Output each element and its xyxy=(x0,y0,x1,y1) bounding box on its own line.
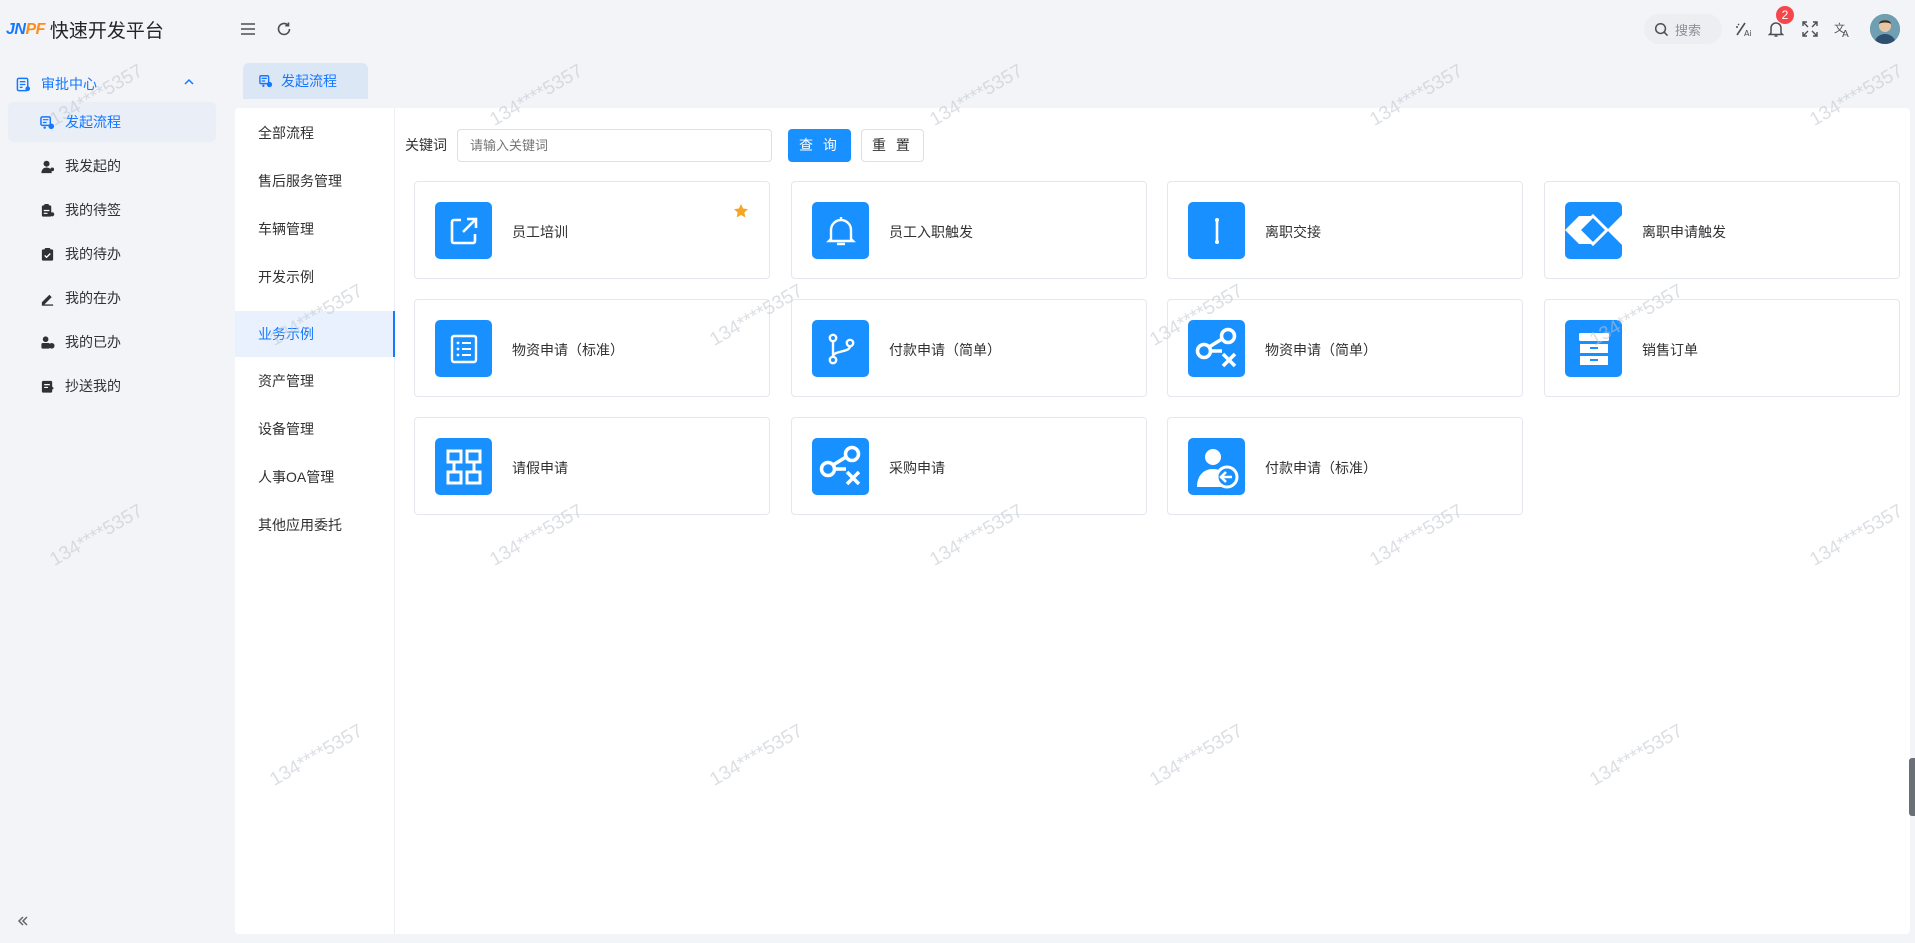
menu-toggle-icon[interactable] xyxy=(237,18,259,40)
category-item-business-examples[interactable]: 业务示例 xyxy=(235,311,395,357)
grid-icon xyxy=(435,438,492,495)
tab-start-flow[interactable]: 发起流程 xyxy=(243,63,368,99)
flow-card-name: 物资申请（标准） xyxy=(512,342,624,358)
sidebar-item-label: 我的在办 xyxy=(65,290,121,306)
node-x-icon xyxy=(1188,320,1245,377)
cc-icon xyxy=(41,380,54,393)
node-x-icon xyxy=(812,438,869,495)
flow-card-name: 员工入职触发 xyxy=(889,224,973,240)
sidebar-group-label: 审批中心 xyxy=(41,76,97,92)
flow-card-resignation-handover[interactable]: 离职交接 xyxy=(1167,181,1523,279)
sidebar-group-approval[interactable]: 审批中心 xyxy=(0,66,225,102)
app-title: 快速开发平台 xyxy=(49,21,164,42)
sidebar-item-label: 我的待办 xyxy=(65,246,121,262)
todo-icon xyxy=(41,247,54,261)
category-list: 全部流程 售后服务管理 车辆管理 开发示例 业务示例 资产管理 设备管理 人事O… xyxy=(235,108,395,934)
list-icon xyxy=(435,320,492,377)
user-avatar[interactable] xyxy=(1870,14,1900,44)
keyword-label: 关键词 xyxy=(405,137,447,153)
category-item-dev-examples[interactable]: 开发示例 xyxy=(235,254,395,300)
flow-card-material-simple[interactable]: 物资申请（简单） xyxy=(1167,299,1523,397)
flow-card-name: 付款申请（标准） xyxy=(1265,460,1377,476)
approval-center-icon xyxy=(16,77,31,91)
search-icon xyxy=(1654,22,1669,36)
category-item-equipment[interactable]: 设备管理 xyxy=(235,406,395,452)
flow-card-name: 离职申请触发 xyxy=(1642,224,1726,240)
flow-card-name: 付款申请（简单） xyxy=(889,342,1001,358)
category-item-asset[interactable]: 资产管理 xyxy=(235,358,395,404)
external-link-icon xyxy=(435,202,492,259)
user-back-icon xyxy=(1188,438,1245,495)
cabinet-icon xyxy=(1565,320,1622,377)
edit-icon xyxy=(41,294,54,306)
flow-card-payment-standard[interactable]: 付款申请（标准） xyxy=(1167,417,1523,515)
refresh-icon[interactable] xyxy=(273,18,295,40)
sidebar-item-label: 我发起的 xyxy=(65,158,121,174)
query-button[interactable]: 查 询 xyxy=(788,128,851,162)
sidebar-item-my-initiated[interactable]: 我发起的 xyxy=(8,146,216,186)
flow-card-onboarding-trigger[interactable]: 员工入职触发 xyxy=(791,181,1147,279)
logo-mark: JNPF xyxy=(6,20,45,38)
flow-card-name: 请假申请 xyxy=(512,460,568,476)
ai-assistant-icon[interactable]: Ai xyxy=(1732,18,1754,40)
sidebar-item-todo[interactable]: 我的待办 xyxy=(8,234,216,274)
sidebar-item-start-flow[interactable]: 发起流程 xyxy=(8,102,216,142)
top-header: JNPF 快速开发平台 搜索 Ai 2 文A xyxy=(0,0,1915,56)
keyword-input[interactable] xyxy=(457,128,772,162)
sidebar-item-done[interactable]: 我的已办 xyxy=(8,322,216,362)
flow-card-resignation-trigger[interactable]: 离职申请触发 xyxy=(1544,181,1900,279)
filter-bar: 关键词 查 询 重 置 xyxy=(405,128,924,162)
search-placeholder: 搜索 xyxy=(1675,22,1702,38)
sidebar-item-label: 发起流程 xyxy=(65,114,121,130)
done-icon xyxy=(41,335,55,349)
scrollbar-thumb[interactable] xyxy=(1909,758,1915,816)
bell-icon xyxy=(812,202,869,259)
sidebar-item-in-progress[interactable]: 我的在办 xyxy=(8,278,216,318)
app-logo[interactable]: JNPF 快速开发平台 xyxy=(6,16,164,43)
category-item-all[interactable]: 全部流程 xyxy=(235,110,395,156)
notification-badge: 2 xyxy=(1776,6,1794,24)
sidebar-item-label: 我的已办 xyxy=(65,334,121,350)
tabs-bar: 发起流程 xyxy=(235,60,1910,100)
text-cursor-icon xyxy=(1188,202,1245,259)
flow-start-icon xyxy=(40,115,55,129)
svg-text:A: A xyxy=(1842,29,1849,38)
branch-icon xyxy=(812,320,869,377)
main-panel: 全部流程 售后服务管理 车辆管理 开发示例 业务示例 资产管理 设备管理 人事O… xyxy=(235,108,1910,934)
reset-button[interactable]: 重 置 xyxy=(861,128,924,162)
flow-card-name: 物资申请（简单） xyxy=(1265,342,1377,358)
collapse-sidebar-icon[interactable] xyxy=(16,914,30,931)
star-icon[interactable] xyxy=(733,203,749,219)
flow-card-material-standard[interactable]: 物资申请（标准） xyxy=(414,299,770,397)
flow-start-icon xyxy=(259,75,273,88)
language-icon[interactable]: 文A xyxy=(1832,18,1854,40)
user-icon xyxy=(41,160,55,173)
sidebar-item-label: 抄送我的 xyxy=(65,378,121,394)
flow-card-payment-simple[interactable]: 付款申请（简单） xyxy=(791,299,1147,397)
fullscreen-icon[interactable] xyxy=(1799,18,1821,40)
clipboard-icon xyxy=(41,203,55,217)
category-item-vehicle[interactable]: 车辆管理 xyxy=(235,206,395,252)
flow-card-name: 销售订单 xyxy=(1642,342,1698,358)
category-item-hr-oa[interactable]: 人事OA管理 xyxy=(235,454,395,500)
category-item-other-delegation[interactable]: 其他应用委托 xyxy=(235,502,395,548)
flow-card-name: 员工培训 xyxy=(512,224,568,240)
flow-card-leave-request[interactable]: 请假申请 xyxy=(414,417,770,515)
global-search[interactable]: 搜索 xyxy=(1644,14,1722,44)
sidebar-item-to-sign[interactable]: 我的待签 xyxy=(8,190,216,230)
svg-text:Ai: Ai xyxy=(1744,29,1752,38)
flow-card-name: 离职交接 xyxy=(1265,224,1321,240)
chevron-up-icon[interactable] xyxy=(183,76,195,88)
sidebar-item-label: 我的待签 xyxy=(65,202,121,218)
category-item-after-sales[interactable]: 售后服务管理 xyxy=(235,158,395,204)
flow-card-name: 采购申请 xyxy=(889,460,945,476)
sidebar-item-cc-me[interactable]: 抄送我的 xyxy=(8,366,216,406)
diamond-icon xyxy=(1565,202,1622,259)
sidebar: 审批中心 发起流程 我发起的 我的待签 我的待办 我的在办 我的已办 抄送我的 xyxy=(0,56,225,943)
flow-card-employee-training[interactable]: 员工培训 xyxy=(414,181,770,279)
flow-card-sales-order[interactable]: 销售订单 xyxy=(1544,299,1900,397)
tab-label: 发起流程 xyxy=(281,73,337,89)
flow-card-purchase-request[interactable]: 采购申请 xyxy=(791,417,1147,515)
